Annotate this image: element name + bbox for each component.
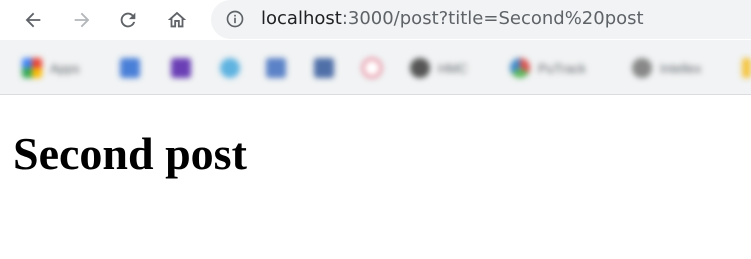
bookmark-item[interactable] [171, 58, 191, 78]
bookmark-label: Intellex [660, 60, 702, 76]
bookmark-apps[interactable]: Apps [22, 58, 80, 78]
bookmark-item[interactable] [362, 58, 382, 78]
url-path: :3000/post?title=Second%20post [341, 8, 644, 29]
bookmark-icon [632, 58, 652, 78]
reload-icon [120, 12, 136, 28]
url-text[interactable]: localhost:3000/post?title=Second%20post [261, 8, 644, 30]
url-host: localhost [261, 8, 342, 29]
bookmark-icon [120, 58, 140, 78]
home-icon [167, 11, 187, 28]
bookmark-item[interactable] [742, 58, 751, 78]
bookmark-icon [742, 58, 751, 78]
back-button[interactable] [17, 4, 49, 36]
info-icon[interactable] [225, 9, 245, 29]
bookmark-label: Apps [50, 60, 80, 76]
browser-chrome: localhost:3000/post?title=Second%20post … [0, 0, 751, 94]
bookmark-intellex[interactable]: Intellex [632, 58, 701, 78]
bookmark-icon [266, 58, 286, 78]
apps-grid-icon [22, 58, 42, 78]
page-title: Second post [13, 128, 247, 179]
bookmark-item[interactable] [220, 58, 240, 78]
bookmark-item[interactable] [266, 58, 286, 78]
bookmark-icon [510, 58, 530, 78]
bookmark-label: PuTrack [538, 60, 586, 76]
address-bar[interactable]: localhost:3000/post?title=Second%20post [211, 0, 751, 39]
bookmarks-bar: Apps HMC PuTrack Intellex [0, 46, 751, 90]
reload-button[interactable] [112, 4, 144, 36]
forward-button[interactable] [66, 4, 98, 36]
page-content: Second post [0, 95, 751, 259]
bookmark-item[interactable] [120, 58, 140, 78]
bookmark-label: HMC [438, 60, 468, 76]
back-arrow-icon [25, 12, 41, 28]
bookmark-icon [171, 58, 191, 78]
bookmark-putrack[interactable]: PuTrack [510, 58, 586, 78]
bookmark-icon [220, 58, 240, 78]
bookmark-hmc[interactable]: HMC [410, 58, 468, 78]
browser-toolbar: localhost:3000/post?title=Second%20post [0, 0, 751, 40]
bookmark-item[interactable] [314, 58, 334, 78]
bookmark-icon [314, 58, 334, 78]
bookmark-icon [410, 58, 430, 78]
forward-arrow-icon [74, 12, 90, 28]
home-button[interactable] [161, 4, 193, 36]
bookmark-icon [362, 58, 382, 78]
